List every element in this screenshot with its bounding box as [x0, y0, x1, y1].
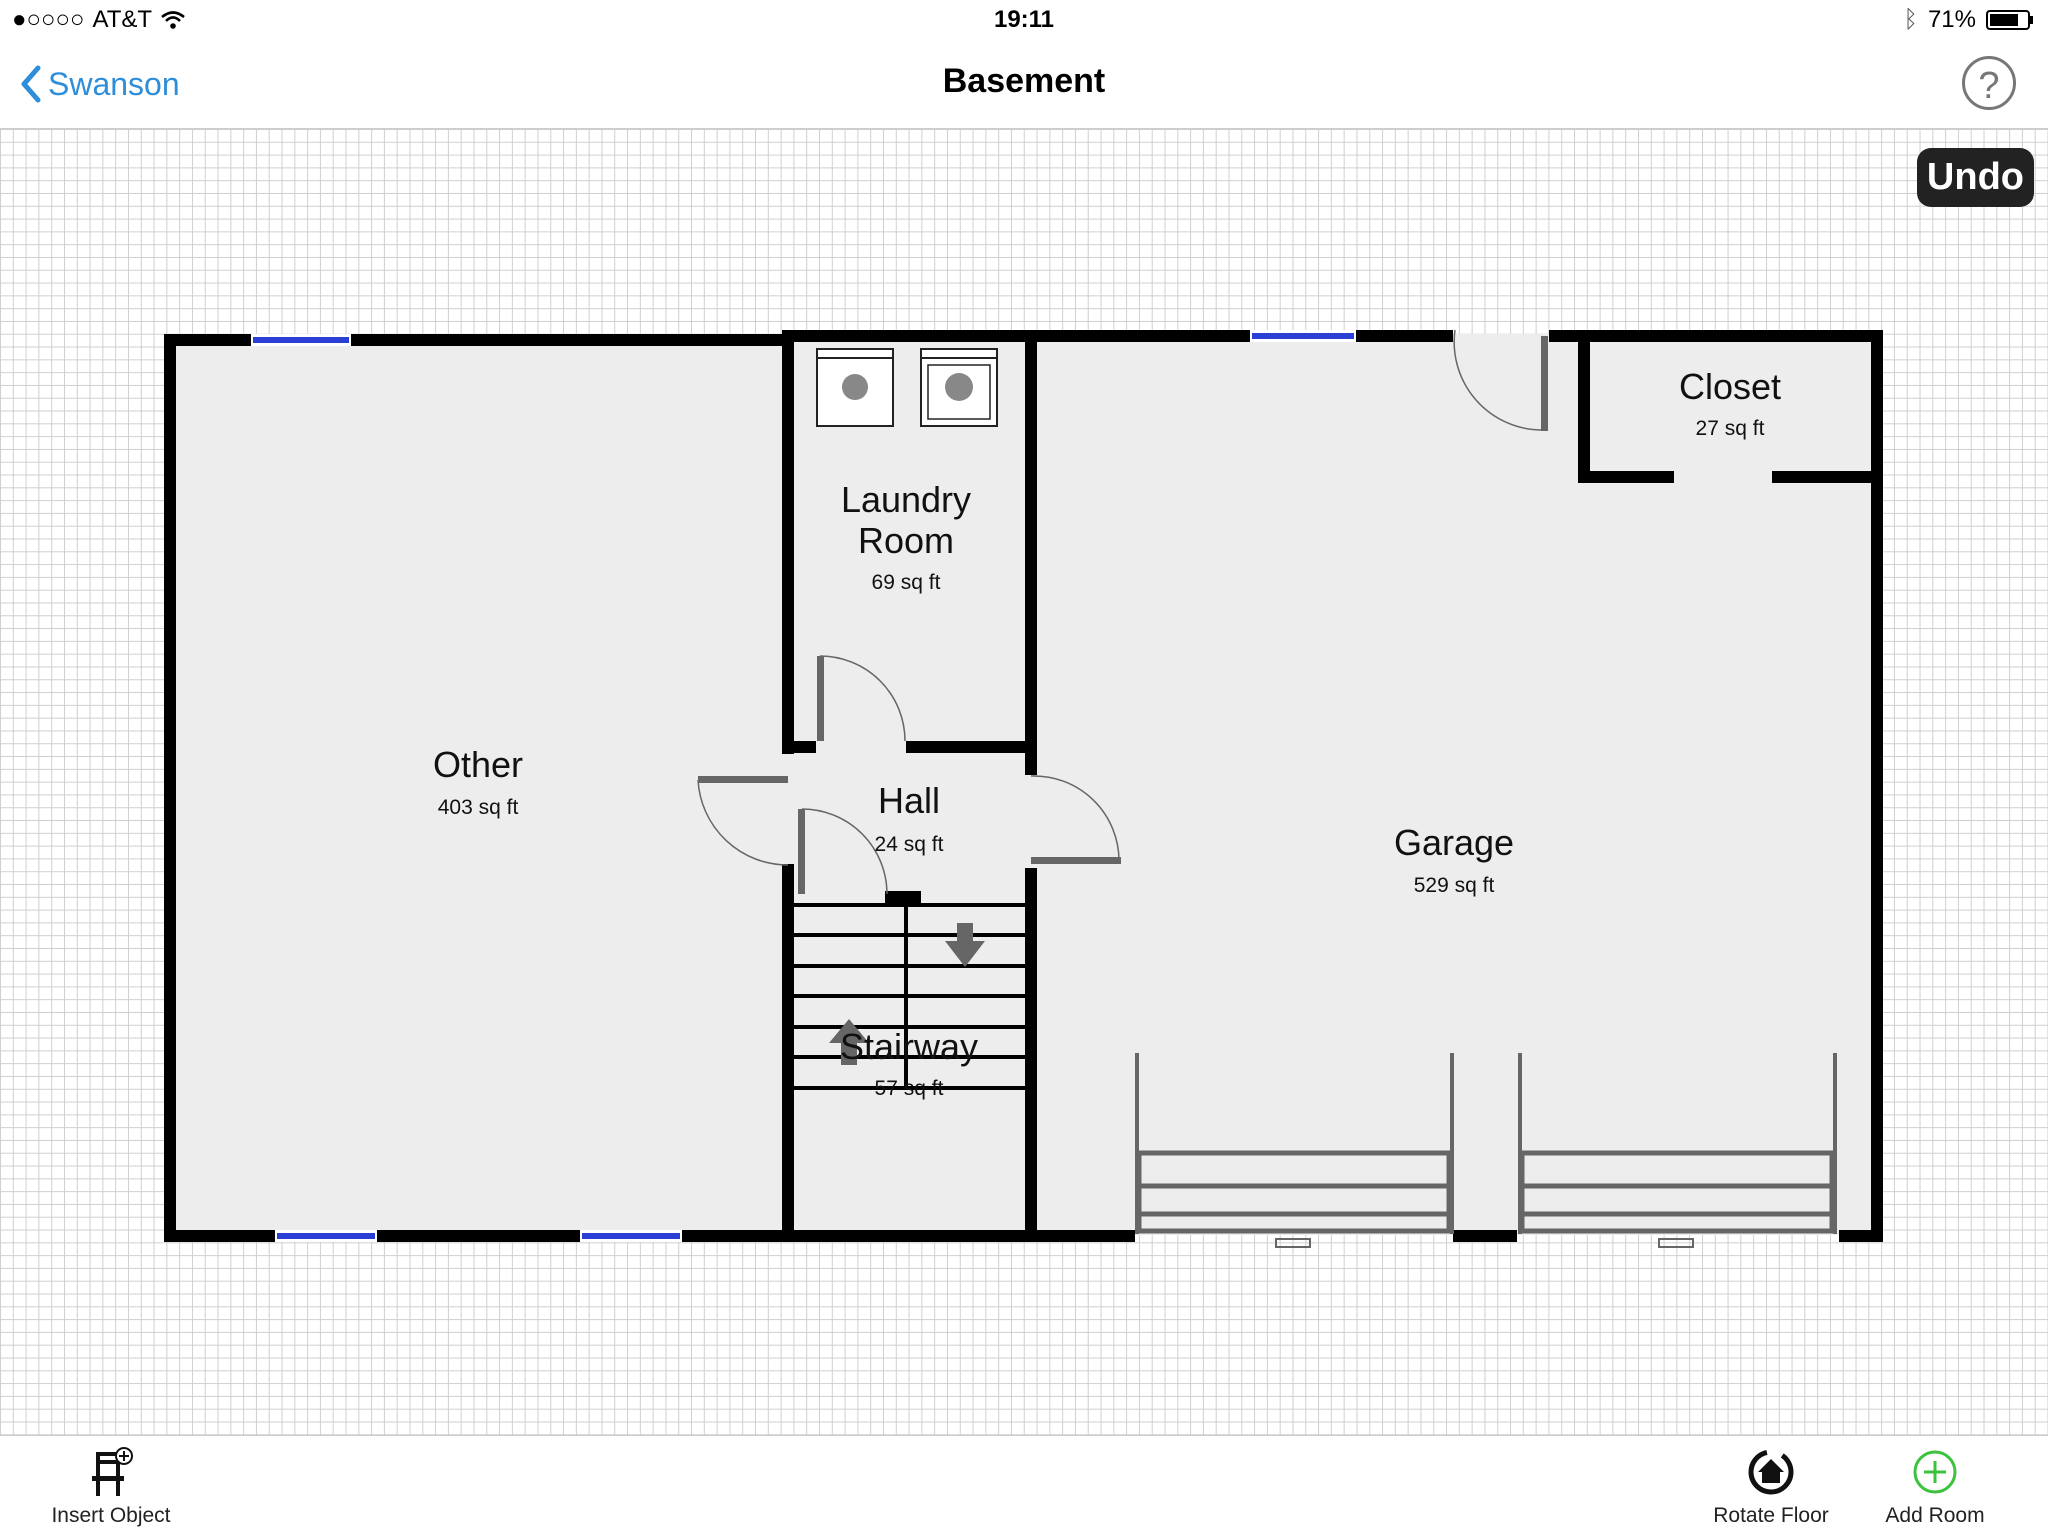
bottom-toolbar: Insert Object Rotate Floor Add Room	[0, 1435, 2048, 1537]
washer-icon[interactable]	[816, 348, 894, 427]
add-room-label: Add Room	[1885, 1504, 1985, 1527]
room-laundry-name-2: Room	[858, 520, 954, 561]
room-stairway-area: 57 sq ft	[875, 1077, 944, 1100]
room-garage-area: 529 sq ft	[1414, 874, 1495, 897]
room-stairway-floor[interactable]	[787, 908, 1031, 1235]
status-right: ᛒ 71%	[1904, 6, 2034, 34]
battery-icon	[1986, 10, 2033, 30]
dryer-icon[interactable]	[920, 348, 998, 427]
room-closet-name: Closet	[1679, 366, 1781, 407]
room-closet-area: 27 sq ft	[1696, 417, 1765, 440]
add-room-button[interactable]: Add Room	[1872, 1444, 1998, 1528]
room-hall-name: Hall	[878, 780, 940, 821]
chair-add-icon	[92, 1447, 133, 1496]
status-time: 19:11	[993, 6, 1055, 33]
room-garage-floor[interactable]	[1031, 334, 1879, 1235]
navigation-bar: Swanson Basement ?	[0, 42, 2048, 129]
status-bar: ●○○○○ AT&T 19:11 ᛒ 71%	[0, 0, 2048, 42]
room-other-floor[interactable]	[170, 340, 787, 1235]
battery-percent: 71%	[1927, 6, 1976, 33]
rotate-floor-button[interactable]: Rotate Floor	[1706, 1444, 1836, 1528]
rotate-house-icon	[1748, 1449, 1794, 1495]
room-hall-floor[interactable]	[787, 748, 1031, 908]
undo-button[interactable]: Undo	[1916, 148, 2034, 207]
room-hall-area: 24 sq ft	[875, 833, 944, 856]
room-laundry-name-1: Laundry	[841, 479, 971, 520]
add-circle-icon	[1913, 1450, 1957, 1494]
page-title: Basement	[942, 62, 1106, 100]
room-garage-name: Garage	[1394, 822, 1514, 863]
room-stairway-name: Stairway	[840, 1026, 978, 1067]
room-other-name: Other	[433, 744, 523, 785]
insert-object-label: Insert Object	[51, 1504, 171, 1527]
bluetooth-icon: ᛒ	[1903, 6, 1918, 33]
help-icon[interactable]: ?	[1962, 56, 2016, 110]
room-laundry-area: 69 sq ft	[872, 571, 941, 594]
room-other-area: 403 sq ft	[438, 796, 519, 819]
floor-plan[interactable]: Other 403 sq ft Laundry Room 69 sq ft Ha…	[0, 129, 2048, 1435]
floor-plan-canvas[interactable]: Other 403 sq ft Laundry Room 69 sq ft Ha…	[0, 129, 2048, 1435]
rotate-floor-label: Rotate Floor	[1713, 1504, 1829, 1527]
insert-object-button[interactable]: Insert Object	[46, 1444, 176, 1528]
